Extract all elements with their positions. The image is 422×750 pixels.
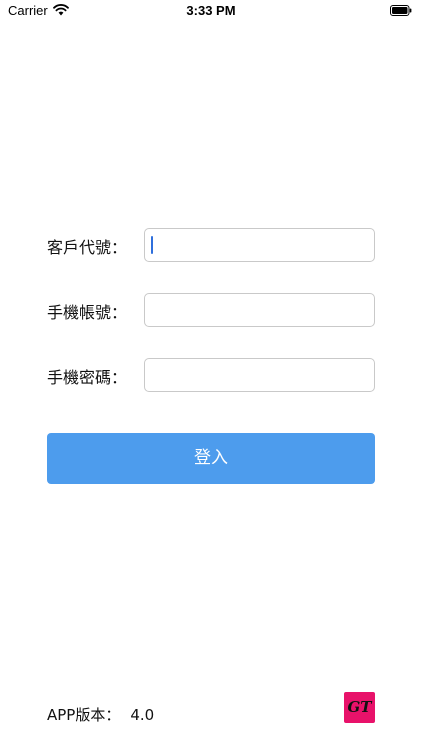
phone-password-input[interactable]: [144, 358, 375, 392]
app-version-label: APP版本：: [47, 706, 121, 724]
phone-account-label: 手機帳號：: [47, 303, 128, 322]
app-version-value: 4.0: [130, 706, 155, 724]
gt-logo: GT: [344, 692, 375, 723]
phone-account-row: 手機帳號：: [47, 293, 375, 327]
text-cursor: [151, 236, 153, 254]
status-bar: Carrier 3:33 PM: [0, 0, 422, 22]
phone-password-label: 手機密碼：: [47, 368, 128, 387]
customer-code-input[interactable]: [144, 228, 375, 262]
phone-account-input[interactable]: [144, 293, 375, 327]
app-version: APP版本： 4.0: [47, 704, 154, 725]
battery-icon: [390, 5, 412, 16]
phone-password-row: 手機密碼：: [47, 358, 375, 392]
status-time: 3:33 PM: [186, 3, 236, 18]
customer-code-row: 客戶代號：: [47, 228, 375, 262]
customer-code-label: 客戶代號：: [47, 238, 128, 257]
login-button[interactable]: 登入: [47, 433, 375, 484]
